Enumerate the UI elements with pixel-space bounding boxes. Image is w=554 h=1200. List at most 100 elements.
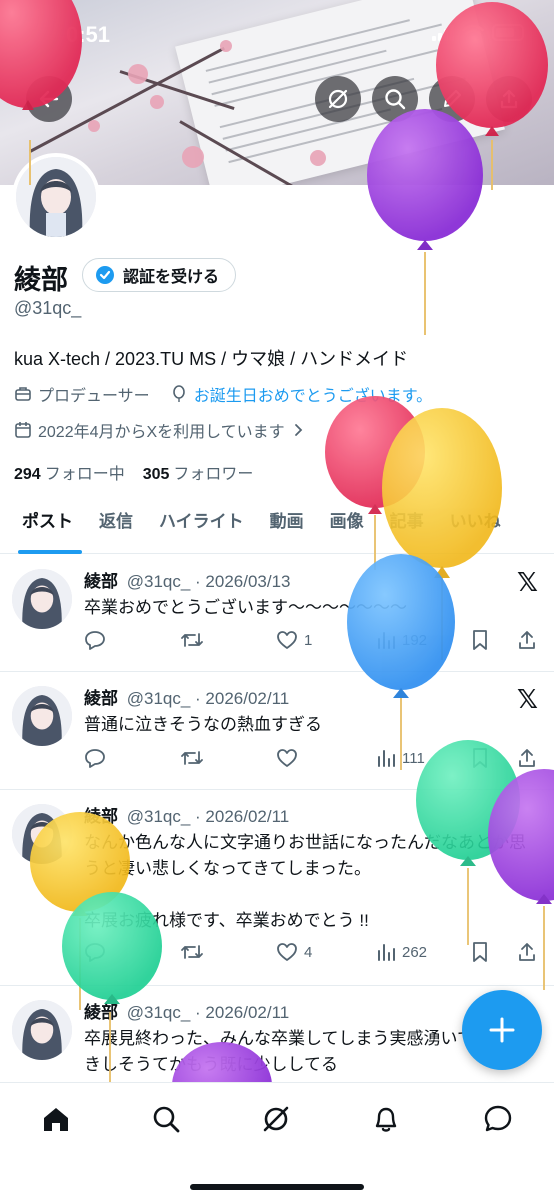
- tab-replies[interactable]: 返信: [86, 500, 146, 554]
- repost-button[interactable]: [180, 941, 204, 963]
- post-header: 綾部 @31qc_ · 2026/02/11: [84, 684, 289, 709]
- reply-button[interactable]: [84, 629, 106, 651]
- nav-messages[interactable]: [480, 1101, 516, 1137]
- post-actions: 4 262: [84, 939, 540, 965]
- following-link[interactable]: 294 フォロー中: [14, 460, 125, 484]
- post-author[interactable]: 綾部: [84, 689, 118, 708]
- search-button[interactable]: [372, 76, 418, 122]
- joined-row[interactable]: 2022年4月からXを利用しています: [14, 418, 305, 442]
- post-header: 綾部 @31qc_ · 2026/03/13: [84, 567, 291, 592]
- post-header: 綾部 @31qc_ · 2026/02/11: [84, 998, 289, 1023]
- share-icon: [519, 943, 535, 961]
- grok-button[interactable]: [315, 76, 361, 122]
- avatar-illustration: [16, 157, 96, 237]
- tab-photos[interactable]: 画像: [317, 500, 377, 554]
- post-date: · 2026/02/11: [195, 807, 290, 826]
- nav-notifications[interactable]: [368, 1101, 404, 1137]
- post-date: · 2026/02/11: [195, 689, 290, 708]
- balloon-icon: [172, 385, 185, 402]
- like-button[interactable]: 4: [276, 941, 312, 963]
- repost-icon: [181, 751, 203, 765]
- like-button[interactable]: 1: [276, 629, 312, 651]
- share-icon: [519, 631, 535, 649]
- post-handle: @31qc_: [126, 689, 191, 708]
- wifi-icon: [462, 24, 484, 40]
- post-avatar[interactable]: [12, 569, 72, 629]
- post-author[interactable]: 綾部: [84, 572, 118, 591]
- back-arrow-icon: [39, 90, 59, 108]
- signal-icon: [432, 24, 454, 41]
- get-verified-button[interactable]: 認証を受ける: [82, 258, 237, 292]
- post-author[interactable]: 綾部: [84, 807, 118, 826]
- post-avatar[interactable]: [12, 804, 72, 864]
- post-item[interactable]: 綾部 @31qc_ · 2026/03/13 𝕏 卒業おめでとうございます〜〜〜…: [0, 555, 554, 672]
- share-icon: [500, 89, 518, 109]
- search-icon: [153, 1106, 180, 1133]
- repost-icon: [181, 633, 203, 647]
- profile-handle: @31qc_: [14, 298, 82, 318]
- post-handle: @31qc_: [126, 807, 191, 826]
- bookmark-button[interactable]: [470, 941, 490, 963]
- back-button[interactable]: [26, 76, 72, 122]
- notifications-icon: [375, 1107, 397, 1132]
- post-share-button[interactable]: [516, 747, 538, 769]
- profile-bio: kua X-tech / 2023.TU MS / ウマ娘 / ハンドメイド: [14, 349, 409, 369]
- briefcase-icon: [15, 387, 31, 401]
- views-button[interactable]: 192: [376, 630, 427, 650]
- messages-icon: [484, 1105, 512, 1132]
- status-icons: [432, 24, 524, 41]
- tab-posts[interactable]: ポスト: [0, 500, 86, 554]
- verified-badge-icon: [96, 266, 114, 284]
- followers-link[interactable]: 305 フォロワー: [143, 460, 254, 484]
- tab-videos[interactable]: 動画: [257, 500, 317, 554]
- followers-label: フォロワー: [173, 466, 254, 483]
- bookmark-button[interactable]: [470, 747, 490, 769]
- avatar-illustration: [12, 569, 72, 629]
- nav-search[interactable]: [148, 1101, 184, 1137]
- avatar-illustration: [12, 686, 72, 746]
- repost-button[interactable]: [180, 747, 204, 769]
- joined-text: 2022年4月からXを利用しています: [38, 424, 285, 441]
- tab-likes[interactable]: いいね: [437, 500, 514, 554]
- post-avatar[interactable]: [12, 1000, 72, 1060]
- following-count: 294: [14, 466, 41, 483]
- views-button[interactable]: 111: [376, 748, 425, 768]
- post-item[interactable]: 綾部 @31qc_ · 2026/02/11 なんか色んな人に文字通りお世話にな…: [0, 790, 554, 986]
- repost-button[interactable]: [180, 629, 204, 651]
- home-indicator: [190, 1184, 364, 1190]
- reply-button[interactable]: [84, 747, 106, 769]
- followers-count: 305: [142, 466, 170, 483]
- x-logo-icon: 𝕏: [517, 684, 538, 714]
- post-author[interactable]: 綾部: [84, 1003, 118, 1022]
- post-avatar[interactable]: [12, 686, 72, 746]
- view-count: 111: [402, 749, 425, 767]
- post-item[interactable]: 綾部 @31qc_ · 2026/02/11 𝕏 普通に泣きそうなの熱血すぎる …: [0, 672, 554, 790]
- reply-icon: [85, 749, 105, 768]
- edit-button[interactable]: [429, 76, 475, 122]
- status-time: 0:51: [66, 22, 111, 47]
- following-label: フォロー中: [44, 466, 125, 483]
- bookmark-button[interactable]: [470, 629, 490, 651]
- profile-avatar[interactable]: [12, 153, 100, 241]
- views-button[interactable]: 262: [376, 942, 427, 962]
- like-count: 1: [304, 631, 313, 649]
- post-share-button[interactable]: [516, 941, 538, 963]
- profile-name: 綾部: [14, 265, 68, 295]
- tab-articles[interactable]: 記事: [377, 500, 437, 554]
- birthday-link[interactable]: お誕生日おめでとうございます。: [194, 382, 432, 406]
- compose-button[interactable]: [462, 990, 542, 1070]
- nav-home[interactable]: [38, 1101, 74, 1137]
- nav-grok[interactable]: [258, 1101, 294, 1137]
- like-button[interactable]: [276, 747, 298, 769]
- heart-icon: [277, 943, 297, 961]
- reply-button[interactable]: [84, 941, 106, 963]
- post-date: · 2026/03/13: [195, 572, 291, 591]
- reply-icon: [85, 943, 105, 962]
- share-button[interactable]: [486, 76, 532, 122]
- post-share-button[interactable]: [516, 629, 538, 651]
- repost-icon: [181, 945, 203, 959]
- post-handle: @31qc_: [126, 1003, 191, 1022]
- tab-highlights[interactable]: ハイライト: [146, 500, 257, 554]
- avatar-illustration: [12, 1000, 72, 1060]
- edit-icon: [444, 90, 461, 107]
